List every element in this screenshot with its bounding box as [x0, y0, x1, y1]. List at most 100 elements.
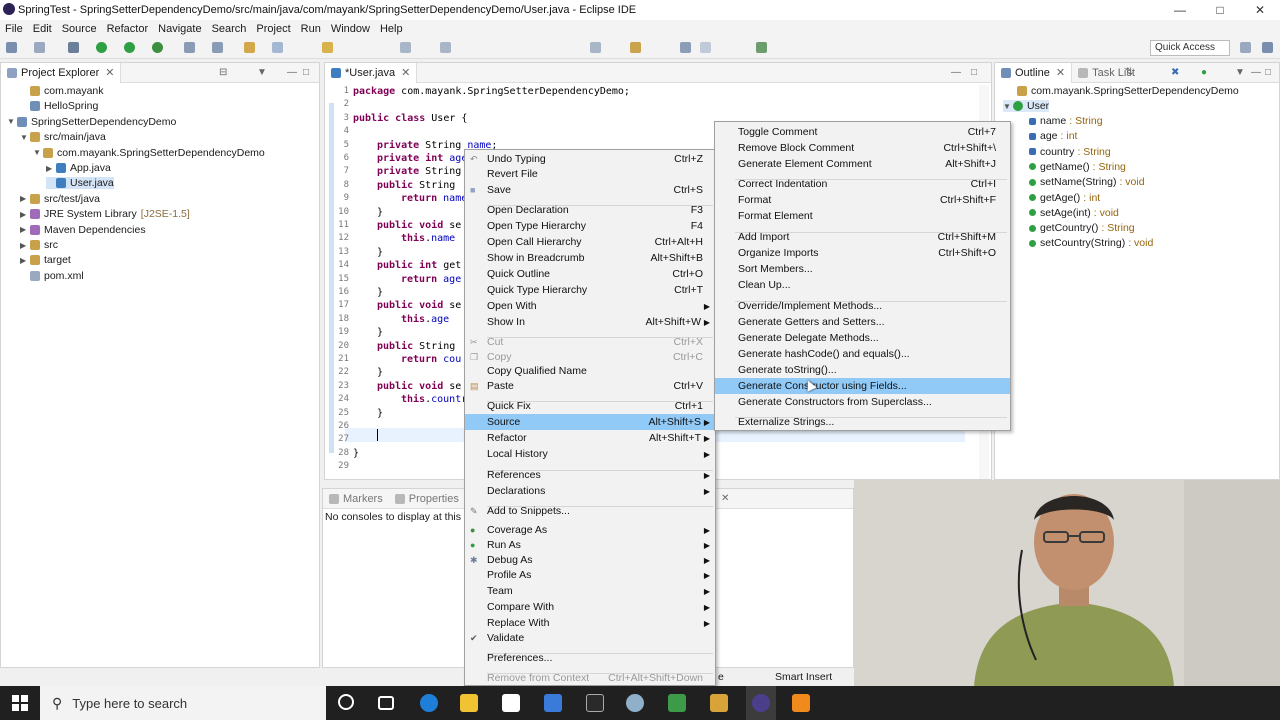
- maximize-view-icon[interactable]: □: [971, 67, 977, 78]
- context-menu-item-local-history[interactable]: Local History ▶: [465, 446, 715, 462]
- project-tree-item[interactable]: User.java: [46, 177, 114, 190]
- menu-navigate[interactable]: Navigate: [153, 23, 206, 35]
- quick-access-input[interactable]: Quick Access: [1150, 40, 1230, 56]
- menu-window[interactable]: Window: [326, 23, 375, 35]
- search-toolbar-icon[interactable]: [272, 42, 283, 53]
- back-icon[interactable]: [680, 42, 691, 53]
- context-menu-item-source[interactable]: Source Alt+Shift+S ▶: [465, 414, 715, 430]
- taskbar-search-box[interactable]: ⚲ Type here to search: [40, 686, 326, 720]
- prev-annotation-icon[interactable]: [630, 42, 641, 53]
- code-line[interactable]: public class User {: [353, 113, 467, 124]
- context-menu-item-open-call-hierarchy[interactable]: Open Call Hierarchy Ctrl+Alt+H: [465, 234, 715, 250]
- context-menu-item-run-as[interactable]: ● Run As ▶: [465, 537, 715, 553]
- code-line[interactable]: this.age: [401, 314, 449, 325]
- minimize-view-icon[interactable]: —: [287, 67, 297, 78]
- close-icon[interactable]: ✕: [105, 66, 114, 79]
- code-line[interactable]: this.name: [401, 233, 455, 244]
- context-menu-item-quick-type-hierarchy[interactable]: Quick Type Hierarchy Ctrl+T: [465, 282, 715, 298]
- project-tree-item[interactable]: ▶ src: [20, 239, 58, 251]
- edge-icon[interactable]: [420, 694, 438, 712]
- outline-member[interactable]: age: int: [1029, 130, 1077, 142]
- context-menu-item-undo-typing[interactable]: ↶ Undo Typing Ctrl+Z: [465, 151, 715, 167]
- context-menu-item-declarations[interactable]: Declarations ▶: [465, 483, 715, 499]
- code-line[interactable]: public void se: [377, 220, 461, 231]
- collapse-all-icon[interactable]: ⊟: [219, 67, 227, 78]
- project-tree-item[interactable]: ▼ com.mayank.SpringSetterDependencyDemo: [33, 147, 265, 159]
- view-menu-icon[interactable]: ▼: [1235, 67, 1245, 78]
- code-line[interactable]: public void se: [377, 381, 461, 392]
- outline-package[interactable]: com.mayank.SpringSetterDependencyDemo: [1017, 85, 1239, 97]
- app-icon-3[interactable]: [668, 694, 686, 712]
- menu-source[interactable]: Source: [57, 23, 102, 35]
- chevron-right-icon[interactable]: ▶: [20, 194, 30, 203]
- annotation-icon[interactable]: [400, 42, 411, 53]
- chevron-down-icon[interactable]: ▼: [7, 117, 17, 126]
- close-icon[interactable]: ✕: [721, 493, 729, 504]
- context-menu-item-revert-file[interactable]: Revert File: [465, 166, 715, 182]
- source-menu-item-generate-constructors-from-superclass[interactable]: Generate Constructors from Superclass...: [715, 394, 1010, 410]
- file-explorer-icon[interactable]: [460, 694, 478, 712]
- source-menu-item-add-import[interactable]: Add Import Ctrl+Shift+M: [715, 229, 1010, 245]
- outline-member[interactable]: setAge(int): void: [1029, 207, 1119, 219]
- code-line[interactable]: public int get: [377, 260, 461, 271]
- code-line[interactable]: }: [377, 408, 383, 419]
- view-menu-icon[interactable]: ▼: [257, 67, 267, 78]
- code-line[interactable]: package com.mayank.SpringSetterDependenc…: [353, 86, 630, 97]
- code-line[interactable]: public String: [377, 180, 455, 191]
- next-annotation-icon[interactable]: [590, 42, 601, 53]
- menu-project[interactable]: Project: [251, 23, 295, 35]
- mail-icon[interactable]: [544, 694, 562, 712]
- app-icon-2[interactable]: [626, 694, 644, 712]
- cortana-icon[interactable]: [338, 694, 354, 710]
- context-menu-item-open-with[interactable]: Open With ▶: [465, 298, 715, 314]
- outline-member[interactable]: getAge(): int: [1029, 192, 1100, 204]
- new-class-icon[interactable]: [184, 42, 195, 53]
- outline-member[interactable]: setName(String): void: [1029, 176, 1145, 188]
- project-tree-item[interactable]: ▶ App.java: [46, 162, 111, 174]
- minimize-view-icon[interactable]: —: [1251, 67, 1261, 78]
- chevron-right-icon[interactable]: ▶: [20, 210, 30, 219]
- menu-file[interactable]: File: [0, 23, 28, 35]
- source-menu-item-generate-constructor-using-fields[interactable]: Generate Constructor using Fields...: [715, 378, 1010, 394]
- project-tree-item[interactable]: ▶ JRE System Library [J2SE-1.5]: [20, 208, 190, 220]
- minimize-button[interactable]: —: [1160, 0, 1200, 20]
- code-line[interactable]: return name: [401, 193, 467, 204]
- source-menu-item-externalize-strings[interactable]: Externalize Strings...: [715, 414, 1010, 430]
- context-menu-item-compare-with[interactable]: Compare With ▶: [465, 599, 715, 615]
- open-perspective-icon[interactable]: [1240, 42, 1251, 53]
- hide-fields-icon[interactable]: ✖: [1171, 67, 1179, 78]
- eclipse-icon[interactable]: [752, 694, 770, 712]
- context-menu-item-coverage-as[interactable]: ● Coverage As ▶: [465, 522, 715, 538]
- context-menu-item-quick-fix[interactable]: Quick Fix Ctrl+1: [465, 398, 715, 414]
- context-menu-item-quick-outline[interactable]: Quick Outline Ctrl+O: [465, 266, 715, 282]
- outline-member[interactable]: setCountry(String): void: [1029, 237, 1153, 249]
- windows-start-icon[interactable]: [12, 695, 28, 711]
- source-menu-item-format-element[interactable]: Format Element: [715, 208, 1010, 224]
- context-menu-item-copy-qualified-name[interactable]: Copy Qualified Name: [465, 363, 715, 379]
- external-tools-icon[interactable]: [152, 42, 163, 53]
- context-menu-item-remove-from-context[interactable]: Remove from Context Ctrl+Alt+Shift+Down: [465, 670, 715, 686]
- context-menu-item-add-to-snippets[interactable]: ✎ Add to Snippets...: [465, 503, 715, 519]
- context-menu-item-open-type-hierarchy[interactable]: Open Type Hierarchy F4: [465, 218, 715, 234]
- tab-project-explorer[interactable]: Project Explorer ✕: [1, 62, 122, 83]
- app-icon-1[interactable]: [586, 694, 604, 712]
- tab-markers[interactable]: Markers: [323, 489, 389, 509]
- chevron-right-icon[interactable]: ▶: [20, 225, 30, 234]
- project-tree-item[interactable]: pom.xml: [20, 270, 84, 282]
- menu-edit[interactable]: Edit: [28, 23, 57, 35]
- chevron-right-icon[interactable]: ▶: [20, 256, 30, 265]
- code-line[interactable]: return age: [401, 274, 461, 285]
- project-tree-item[interactable]: ▶ target: [20, 254, 71, 266]
- source-menu-item-sort-members[interactable]: Sort Members...: [715, 261, 1010, 277]
- debug-toolbar-icon[interactable]: [68, 42, 79, 53]
- code-line[interactable]: }: [377, 327, 383, 338]
- pin-editor-icon[interactable]: [756, 42, 767, 53]
- chevron-down-icon[interactable]: ▼: [1003, 102, 1013, 111]
- close-icon[interactable]: ✕: [1056, 66, 1065, 79]
- maximize-view-icon[interactable]: □: [1265, 67, 1271, 78]
- chevron-down-icon[interactable]: ▼: [33, 148, 43, 157]
- menu-help[interactable]: Help: [375, 23, 408, 35]
- context-menu-item-save[interactable]: ■ Save Ctrl+S: [465, 182, 715, 198]
- source-menu-item-generate-getters-and-setters[interactable]: Generate Getters and Setters...: [715, 314, 1010, 330]
- code-line[interactable]: private int age: [377, 153, 467, 164]
